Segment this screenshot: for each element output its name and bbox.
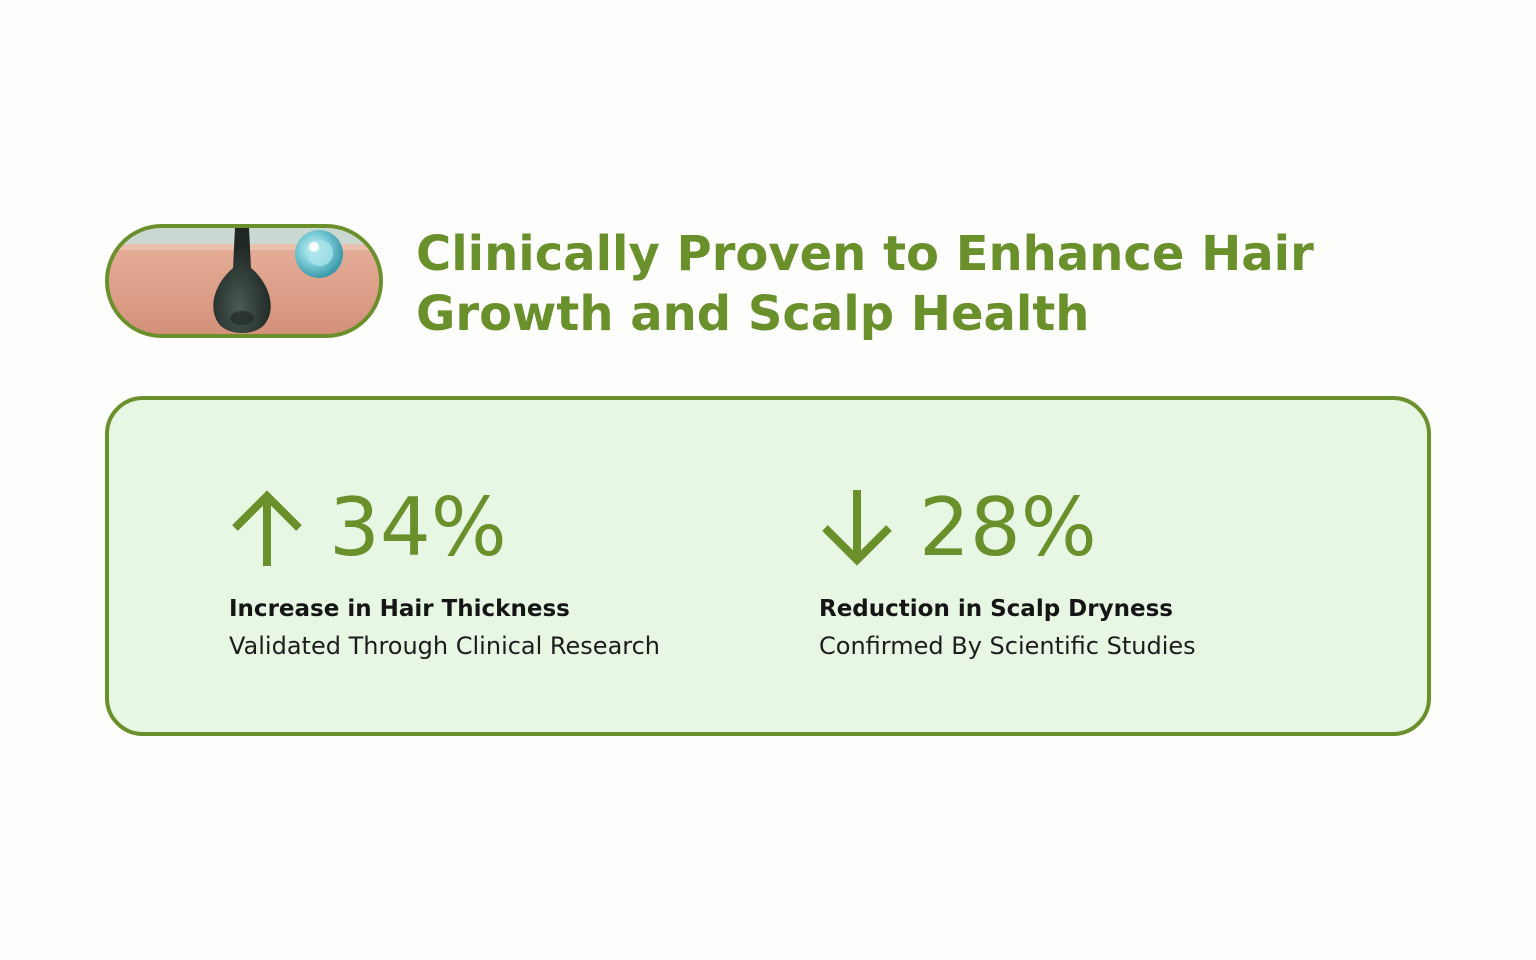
stat-sublabel: Confirmed By Scientific Studies (819, 632, 1196, 660)
follicle-image-icon (109, 228, 379, 334)
stat-value: 34% (329, 481, 507, 574)
stat-scalp-dryness: 28% Reduction in Scalp Dryness Confirmed… (819, 488, 1379, 662)
page-title: Clinically Proven to Enhance Hair Growth… (416, 226, 1314, 342)
page: Clinically Proven to Enhance Hair Growth… (0, 0, 1536, 960)
arrow-up-icon (232, 490, 302, 566)
arrow-down-icon (822, 490, 892, 566)
stat-value: 28% (919, 481, 1097, 574)
stats-card: 34% Increase in Hair Thickness Validated… (105, 396, 1431, 736)
stat-head: 34% (229, 488, 789, 568)
stat-sublabel: Validated Through Clinical Research (229, 632, 661, 660)
stat-head: 28% (819, 488, 1379, 568)
stat-label: Increase in Hair Thickness (229, 596, 570, 622)
hair-follicle-illustration (105, 224, 383, 338)
stat-label: Reduction in Scalp Dryness (819, 596, 1173, 622)
stat-hair-thickness: 34% Increase in Hair Thickness Validated… (229, 488, 789, 662)
